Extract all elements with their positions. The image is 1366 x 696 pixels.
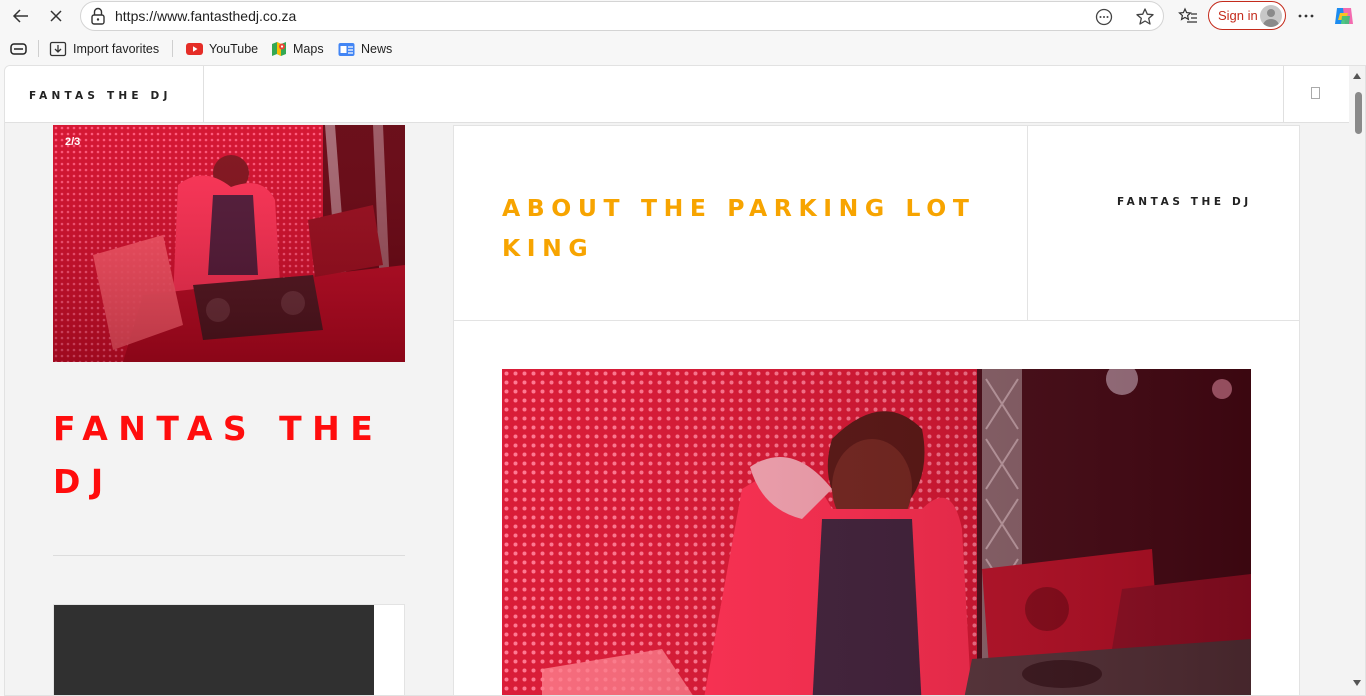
- more-dots-icon: [1298, 14, 1314, 18]
- card-header-rule: [454, 320, 1299, 321]
- vertical-scrollbar[interactable]: [1349, 66, 1365, 695]
- bookmark-label: Maps: [293, 42, 324, 56]
- bookmark-label: Import favorites: [73, 42, 160, 56]
- address-bar[interactable]: https://www.fantasthedj.co.za: [80, 1, 1164, 31]
- page-actions-icon[interactable]: [1093, 6, 1115, 28]
- scroll-down-arrow-icon[interactable]: [1353, 680, 1361, 686]
- import-favorites-icon: [49, 41, 67, 57]
- sign-in-label: Sign in: [1218, 8, 1258, 23]
- star-favorite-icon[interactable]: [1134, 6, 1156, 28]
- bookmark-maps[interactable]: Maps: [271, 40, 324, 58]
- dj-photo-thumbnail: [53, 125, 405, 362]
- bookmark-label: News: [361, 42, 393, 56]
- menu-toggle-icon[interactable]: [1311, 87, 1320, 99]
- scroll-up-arrow-icon[interactable]: [1353, 73, 1361, 79]
- bookmark-import-favorites[interactable]: Import favorites: [49, 40, 159, 58]
- site-title: FANTAS THE DJ: [53, 409, 384, 501]
- maps-icon: [272, 42, 286, 56]
- bookmarks-bar: Import favorites YouTube Maps News: [0, 32, 1366, 64]
- bookmarks-divider: [172, 40, 173, 57]
- post-title: ABOUT THE PARKING LOT KING: [502, 194, 976, 262]
- close-icon: [50, 10, 62, 22]
- page-viewport: FANTAS THE DJ 2/3 FANTAS THE DJ ABOUT TH…: [4, 65, 1366, 696]
- sidebar-slideshow-image[interactable]: 2/3: [53, 125, 405, 362]
- lock-icon: [89, 6, 107, 31]
- copilot-icon: [1335, 8, 1353, 24]
- copilot-button[interactable]: [1330, 4, 1358, 28]
- sidebar-media-embed[interactable]: [54, 605, 374, 695]
- header-divider: [203, 66, 204, 123]
- card-header-divider: [1027, 126, 1028, 321]
- back-button[interactable]: [6, 4, 34, 28]
- post-hero-image: [502, 369, 1251, 695]
- stop-loading-button[interactable]: [42, 4, 70, 28]
- scrollbar-thumb[interactable]: [1355, 92, 1362, 134]
- site-brand-link[interactable]: FANTAS THE DJ: [29, 90, 172, 102]
- favorites-button[interactable]: [1174, 4, 1202, 28]
- back-arrow-icon: [12, 9, 28, 23]
- bookmark-news[interactable]: News: [338, 40, 392, 58]
- reading-list-icon[interactable]: [10, 40, 27, 58]
- news-icon: [338, 43, 355, 56]
- bookmark-youtube[interactable]: YouTube: [186, 40, 258, 58]
- site-header: FANTAS THE DJ: [5, 66, 1349, 123]
- sign-in-button[interactable]: Sign in: [1208, 1, 1286, 30]
- sidebar-divider: [53, 555, 405, 556]
- youtube-icon: [186, 43, 203, 55]
- sidebar-widget: [53, 604, 405, 695]
- header-divider: [1283, 66, 1284, 123]
- dj-photo-large: [502, 369, 1251, 695]
- bookmark-label: YouTube: [209, 42, 259, 56]
- post-author-link[interactable]: FANTAS THE DJ: [1117, 196, 1252, 208]
- post-card: ABOUT THE PARKING LOT KING FANTAS THE DJ: [453, 125, 1300, 695]
- favorites-list-icon: [1178, 7, 1197, 23]
- url-text: https://www.fantasthedj.co.za: [115, 8, 297, 24]
- slide-counter: 2/3: [65, 136, 81, 148]
- settings-more-button[interactable]: [1292, 4, 1320, 28]
- profile-avatar-icon: [1260, 5, 1282, 27]
- bookmarks-divider: [38, 40, 39, 57]
- browser-toolbar: https://www.fantasthedj.co.za Sign in: [0, 0, 1366, 32]
